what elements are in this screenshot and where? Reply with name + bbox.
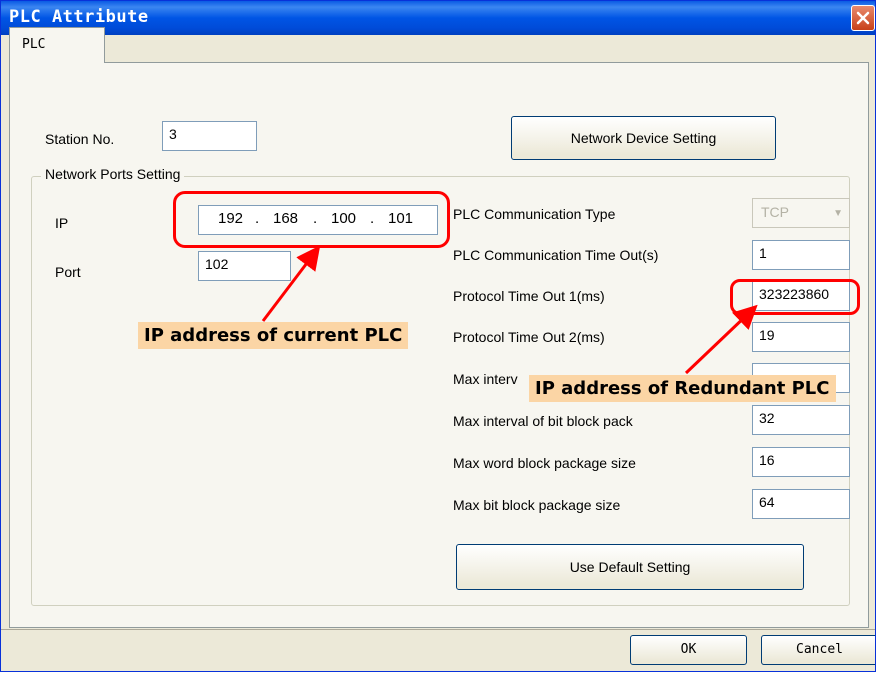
max-word-size-label: Max word block package size [453, 455, 636, 471]
max-bit-interval-label: Max interval of bit block pack [453, 413, 633, 429]
tab-plc[interactable]: PLC [9, 27, 105, 63]
comm-type-label: PLC Communication Type [453, 206, 616, 222]
port-input[interactable]: 102 [198, 251, 291, 281]
timeout-label: PLC Communication Time Out(s) [453, 247, 659, 263]
tab-plc-label: PLC [22, 37, 46, 52]
title-bar[interactable]: PLC Attribute [1, 1, 875, 35]
network-device-setting-button[interactable]: Network Device Setting [511, 116, 776, 160]
comm-type-select[interactable]: TCP ▼ [752, 198, 850, 228]
proto1-label: Protocol Time Out 1(ms) [453, 288, 605, 304]
station-input[interactable]: 3 [162, 121, 257, 151]
plc-attribute-dialog: PLC Attribute PLC Station No. 3 Network … [0, 0, 876, 672]
max-word-size-input[interactable]: 16 [752, 447, 850, 477]
close-icon [856, 11, 870, 25]
max-word-interval-label: Max interv [453, 371, 518, 387]
ok-button[interactable]: OK [630, 635, 747, 665]
comm-type-value: TCP [761, 204, 789, 220]
station-label: Station No. [45, 131, 115, 147]
ip-label: IP [55, 215, 69, 231]
current-plc-highlight [173, 191, 450, 248]
max-bit-size-input[interactable]: 64 [752, 489, 850, 519]
network-ports-legend: Network Ports Setting [41, 166, 185, 182]
use-default-setting-button[interactable]: Use Default Setting [456, 544, 804, 590]
window-title: PLC Attribute [9, 7, 149, 27]
proto2-input[interactable]: 19 [752, 322, 850, 352]
max-bit-size-label: Max bit block package size [453, 497, 621, 513]
proto2-label: Protocol Time Out 2(ms) [453, 329, 605, 345]
redundant-plc-highlight [730, 279, 860, 315]
redundant-plc-callout: IP address of Redundant PLC [529, 375, 836, 402]
timeout-input[interactable]: 1 [752, 240, 850, 270]
current-plc-callout: IP address of current PLC [138, 322, 409, 349]
cancel-button[interactable]: Cancel [761, 635, 875, 665]
max-bit-interval-input[interactable]: 32 [752, 405, 850, 435]
port-label: Port [55, 264, 81, 280]
close-button[interactable] [851, 5, 875, 31]
chevron-down-icon: ▼ [833, 208, 843, 219]
